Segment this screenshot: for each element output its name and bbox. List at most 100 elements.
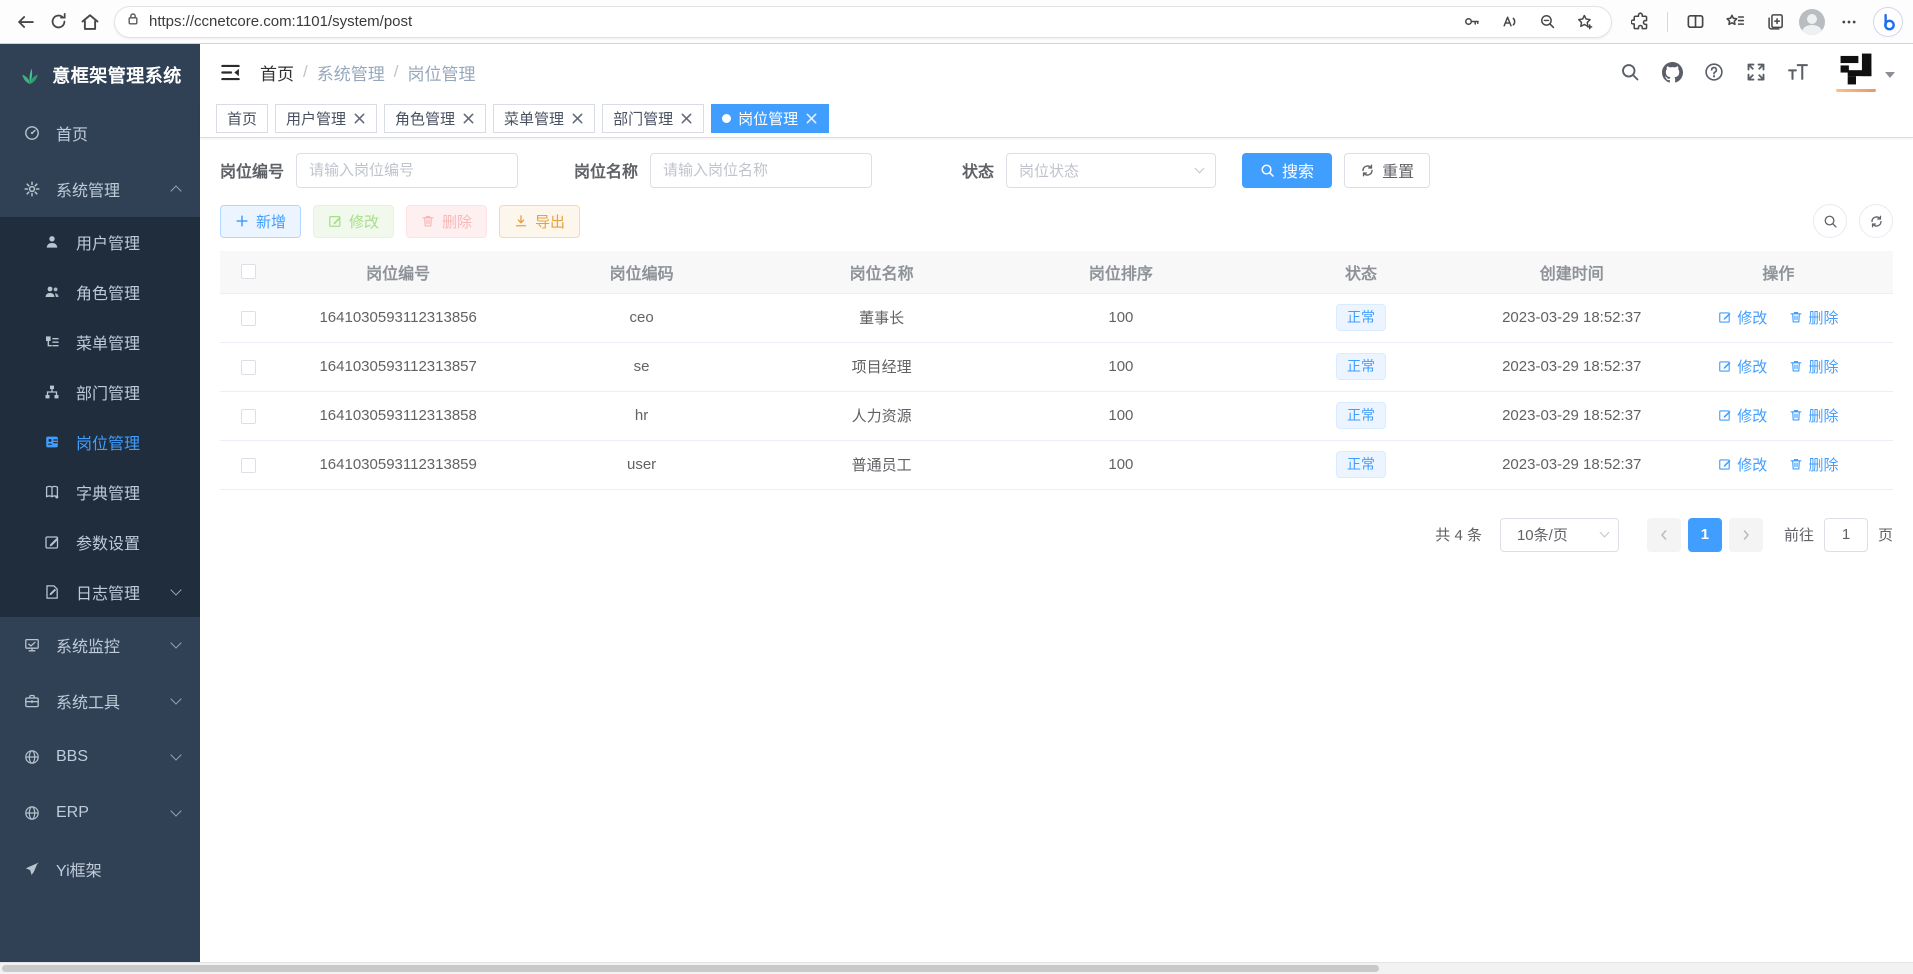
row-edit-button[interactable]: 修改 <box>1718 307 1767 328</box>
prev-page-button[interactable] <box>1647 518 1681 552</box>
row-edit-button[interactable]: 修改 <box>1718 454 1767 475</box>
url-text[interactable]: https://ccnetcore.com:1101/system/post <box>149 13 1455 30</box>
next-page-button[interactable] <box>1729 518 1763 552</box>
row-edit-label: 修改 <box>1737 405 1767 426</box>
row-delete-button[interactable]: 删除 <box>1789 356 1838 377</box>
search-button[interactable]: 搜索 <box>1242 153 1332 188</box>
zoom-out-icon[interactable] <box>1531 6 1563 38</box>
tab-role-mgmt[interactable]: 角色管理 <box>384 104 486 133</box>
sidebar-item-dept-mgmt[interactable]: 部门管理 <box>0 367 200 417</box>
help-icon[interactable] <box>1701 59 1727 85</box>
horizontal-scrollbar[interactable] <box>0 962 1913 974</box>
add-button[interactable]: 新增 <box>220 205 301 238</box>
browser-refresh-button[interactable] <box>42 6 74 38</box>
sidebar-item-user-mgmt[interactable]: 用户管理 <box>0 217 200 267</box>
tab-label: 首页 <box>227 108 257 129</box>
row-checkbox[interactable] <box>241 360 256 375</box>
sidebar-item-log-mgmt[interactable]: 日志管理 <box>0 567 200 617</box>
browser-back-button[interactable] <box>10 6 42 38</box>
sidebar-item-system-mgmt[interactable]: 系统管理 <box>0 161 200 217</box>
tab-user-mgmt[interactable]: 用户管理 <box>275 104 377 133</box>
delete-button[interactable]: 删除 <box>406 205 487 238</box>
sidebar-item-post-mgmt[interactable]: 岗位管理 <box>0 417 200 467</box>
sidebar-item-home[interactable]: 首页 <box>0 105 200 161</box>
browser-profile-avatar[interactable] <box>1799 9 1825 35</box>
tab-close-icon[interactable] <box>680 112 693 125</box>
status-select[interactable]: 岗位状态 <box>1006 153 1216 188</box>
row-delete-button[interactable]: 删除 <box>1789 454 1838 475</box>
font-size-icon[interactable] <box>1785 59 1811 85</box>
refresh-table-button[interactable] <box>1859 204 1893 238</box>
page-size-value: 10条/页 <box>1517 524 1568 545</box>
profile-caret-icon[interactable] <box>1885 72 1895 78</box>
sidebar-item-role-mgmt[interactable]: 角色管理 <box>0 267 200 317</box>
bing-chat-icon[interactable] <box>1873 7 1903 37</box>
favorites-icon[interactable] <box>1719 6 1751 38</box>
active-tab-dot <box>722 114 731 123</box>
split-screen-icon[interactable] <box>1679 6 1711 38</box>
toggle-search-button[interactable] <box>1813 204 1847 238</box>
add-favorite-icon[interactable] <box>1569 6 1601 38</box>
breadcrumb-system-mgmt[interactable]: 系统管理 <box>317 60 385 85</box>
post-name-input[interactable] <box>650 153 872 188</box>
sidebar-item-bbs[interactable]: BBS <box>0 729 200 785</box>
horizontal-scrollbar-thumb[interactable] <box>2 965 1379 972</box>
tab-dept-mgmt[interactable]: 部门管理 <box>602 104 704 133</box>
sidebar-item-yi-framework[interactable]: Yi框架 <box>0 841 200 897</box>
post-name-label: 岗位名称 <box>574 158 638 182</box>
reset-button-label: 重置 <box>1382 158 1414 182</box>
row-checkbox[interactable] <box>241 409 256 424</box>
row-edit-button[interactable]: 修改 <box>1718 405 1767 426</box>
browser-home-button[interactable] <box>74 6 106 38</box>
header-search-icon[interactable] <box>1617 59 1643 85</box>
address-bar[interactable]: https://ccnetcore.com:1101/system/post <box>114 6 1612 38</box>
user-profile[interactable] <box>1835 50 1895 94</box>
collections-icon[interactable] <box>1759 6 1791 38</box>
row-edit-button[interactable]: 修改 <box>1718 356 1767 377</box>
sidebar-item-system-tools[interactable]: 系统工具 <box>0 673 200 729</box>
breadcrumb-home[interactable]: 首页 <box>260 60 294 85</box>
sidebar-item-system-monitor[interactable]: 系统监控 <box>0 617 200 673</box>
github-icon[interactable] <box>1659 59 1685 85</box>
tab-close-icon[interactable] <box>571 112 584 125</box>
add-button-label: 新增 <box>256 211 286 232</box>
page-number-button[interactable]: 1 <box>1688 518 1722 552</box>
row-checkbox[interactable] <box>241 311 256 326</box>
breadcrumb: 首页 / 系统管理 / 岗位管理 <box>260 60 475 85</box>
tab-close-icon[interactable] <box>462 112 475 125</box>
tab-post-mgmt[interactable]: 岗位管理 <box>711 104 829 133</box>
col-post-id: 岗位编号 <box>277 251 520 293</box>
sidebar-item-dict-mgmt[interactable]: 字典管理 <box>0 467 200 517</box>
tab-home[interactable]: 首页 <box>216 104 268 133</box>
site-lock-icon[interactable] <box>125 11 141 32</box>
row-delete-label: 删除 <box>1808 307 1838 328</box>
edit-button[interactable]: 修改 <box>313 205 394 238</box>
select-all-checkbox[interactable] <box>241 264 256 279</box>
goto-page-input[interactable] <box>1824 518 1868 552</box>
extensions-icon[interactable] <box>1624 6 1656 38</box>
password-key-icon[interactable] <box>1455 6 1487 38</box>
sidebar-toggle-button[interactable] <box>216 58 244 86</box>
export-button[interactable]: 导出 <box>499 205 580 238</box>
tab-menu-mgmt[interactable]: 菜单管理 <box>493 104 595 133</box>
sidebar-item-param-settings[interactable]: 参数设置 <box>0 517 200 567</box>
row-delete-button[interactable]: 删除 <box>1789 405 1838 426</box>
chevron-down-icon <box>170 805 181 816</box>
row-delete-button[interactable]: 删除 <box>1789 307 1838 328</box>
page-unit-label: 页 <box>1878 524 1893 545</box>
read-aloud-icon[interactable] <box>1493 6 1525 38</box>
tab-close-icon[interactable] <box>353 112 366 125</box>
page-size-select[interactable]: 10条/页 <box>1500 518 1619 552</box>
tab-label: 用户管理 <box>286 108 346 129</box>
row-checkbox[interactable] <box>241 458 256 473</box>
sidebar-item-menu-mgmt[interactable]: 菜单管理 <box>0 317 200 367</box>
fullscreen-icon[interactable] <box>1743 59 1769 85</box>
reset-button[interactable]: 重置 <box>1344 153 1430 188</box>
sidebar-item-label: 字典管理 <box>76 480 140 504</box>
tab-label: 角色管理 <box>395 108 455 129</box>
tab-close-icon[interactable] <box>805 112 818 125</box>
post-code-input[interactable] <box>296 153 518 188</box>
pagination: 共 4 条 10条/页 1 前往 页 <box>220 518 1893 552</box>
browser-menu-icon[interactable] <box>1833 6 1865 38</box>
sidebar-item-erp[interactable]: ERP <box>0 785 200 841</box>
